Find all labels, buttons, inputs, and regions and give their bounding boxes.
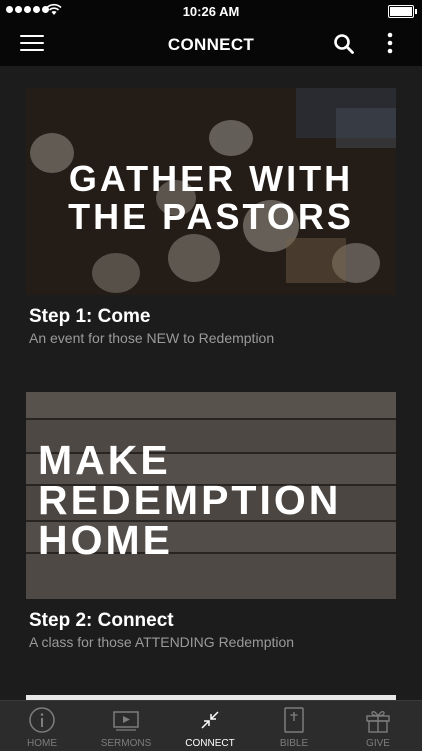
bible-book-icon: [284, 707, 304, 733]
tab-bible[interactable]: BIBLE: [252, 701, 336, 751]
tab-bar: HOME SERMONS CONNECT BIBLE GIVE: [0, 700, 422, 751]
gather-with-pastors-image: GATHER WITH THE PASTORS: [26, 88, 396, 295]
page-title: CONNECT: [167, 35, 255, 54]
card-title: Step 2: Connect: [29, 610, 174, 631]
collapse-arrows-icon: [201, 711, 219, 729]
make-redemption-home-image: MAKE REDEMPTION HOME: [26, 392, 396, 599]
tab-connect[interactable]: CONNECT: [168, 701, 252, 751]
card-subtitle: An event for those NEW to Redemption: [29, 330, 275, 346]
nav-bar: CONNECT: [0, 22, 422, 66]
search-icon[interactable]: [333, 33, 355, 55]
gift-icon: [366, 711, 390, 733]
connect-card-step1[interactable]: GATHER WITH THE PASTORS Step 1: Come An …: [26, 88, 396, 346]
status-bar: 10:26 AM: [0, 0, 422, 22]
tab-home[interactable]: HOME: [0, 701, 84, 751]
make-redemption-banner-text: MAKE REDEMPTION HOME: [38, 437, 342, 563]
tab-label: BIBLE: [279, 738, 309, 749]
connect-feed[interactable]: GATHER WITH THE PASTORS Step 1: Come An …: [0, 66, 422, 700]
battery-icon: [388, 5, 417, 18]
video-play-icon: [113, 711, 139, 731]
tab-sermons[interactable]: SERMONS: [84, 701, 168, 751]
tab-give[interactable]: GIVE: [336, 701, 420, 751]
connect-card-step2[interactable]: MAKE REDEMPTION HOME Step 2: Connect A c…: [26, 392, 396, 650]
tab-label: HOME: [27, 738, 57, 749]
info-circle-icon: [29, 707, 55, 733]
card-title: Step 1: Come: [29, 306, 151, 327]
status-time: 10:26 AM: [182, 4, 240, 19]
tab-label: GIVE: [366, 738, 390, 749]
tab-label: SERMONS: [100, 738, 152, 749]
tab-label: CONNECT: [185, 738, 235, 749]
gather-banner-text: GATHER WITH THE PASTORS: [68, 158, 354, 237]
more-options-icon[interactable]: [380, 31, 400, 57]
card-subtitle: A class for those ATTENDING Redemption: [29, 634, 295, 650]
